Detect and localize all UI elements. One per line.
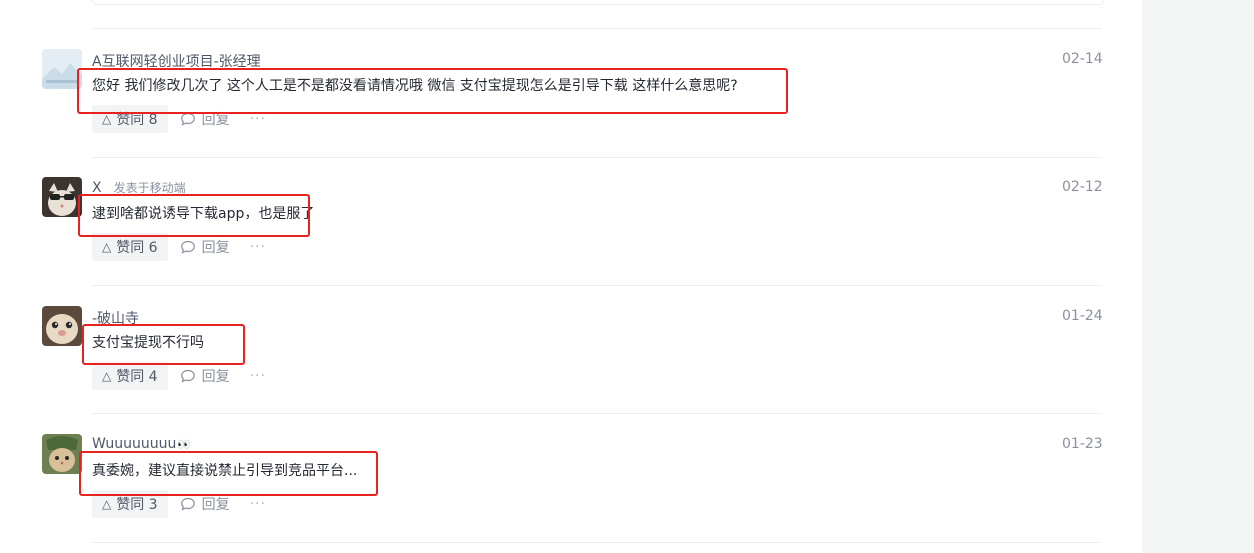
like-button[interactable]: △ 赞同 6 (92, 233, 168, 261)
comment-bubble-icon (180, 368, 196, 384)
annotation-highlight-box (78, 194, 310, 237)
comment-date: 01-23 (1062, 436, 1103, 452)
divider (92, 542, 1102, 543)
avatar-cat-sunglasses-icon[interactable] (42, 177, 82, 217)
comment-date: 02-14 (1062, 51, 1103, 67)
comment-date: 02-12 (1062, 179, 1103, 195)
thumbs-up-icon: △ (102, 112, 112, 126)
comment-bubble-icon (180, 496, 196, 512)
eyes-emoji-icon: 👀 (177, 438, 192, 451)
like-button[interactable]: △ 赞同 4 (92, 362, 168, 390)
thumbs-up-icon: △ (102, 240, 112, 254)
reply-label: 回复 (201, 240, 230, 256)
avatar-green-cat-icon[interactable] (42, 434, 82, 474)
reply-button[interactable]: 回复 (176, 366, 234, 386)
more-options-button[interactable]: ··· (250, 368, 266, 384)
avatar-hamster-icon[interactable] (42, 306, 82, 346)
avatar-light-logo-icon[interactable] (42, 49, 82, 89)
comment-author[interactable]: Wuuuuuuuu👀 (92, 436, 191, 452)
like-count-label: 赞同 6 (116, 240, 158, 256)
annotation-highlight-box (82, 324, 245, 365)
like-count-label: 赞同 3 (116, 497, 158, 513)
reply-button[interactable]: 回复 (176, 237, 234, 257)
previous-card-edge (92, 0, 1104, 5)
more-options-button[interactable]: ··· (250, 496, 266, 512)
reply-label: 回复 (201, 369, 230, 385)
annotation-highlight-box (77, 68, 788, 114)
like-count-label: 赞同 4 (116, 369, 158, 385)
reply-button[interactable]: 回复 (176, 494, 234, 514)
annotation-highlight-box (79, 451, 378, 496)
reply-label: 回复 (201, 497, 230, 513)
page-side-gutter (1142, 0, 1254, 553)
comment-date: 01-24 (1062, 308, 1103, 324)
thumbs-up-icon: △ (102, 497, 112, 511)
more-options-button[interactable]: ··· (250, 239, 266, 255)
comment-bubble-icon (180, 239, 196, 255)
thumbs-up-icon: △ (102, 369, 112, 383)
